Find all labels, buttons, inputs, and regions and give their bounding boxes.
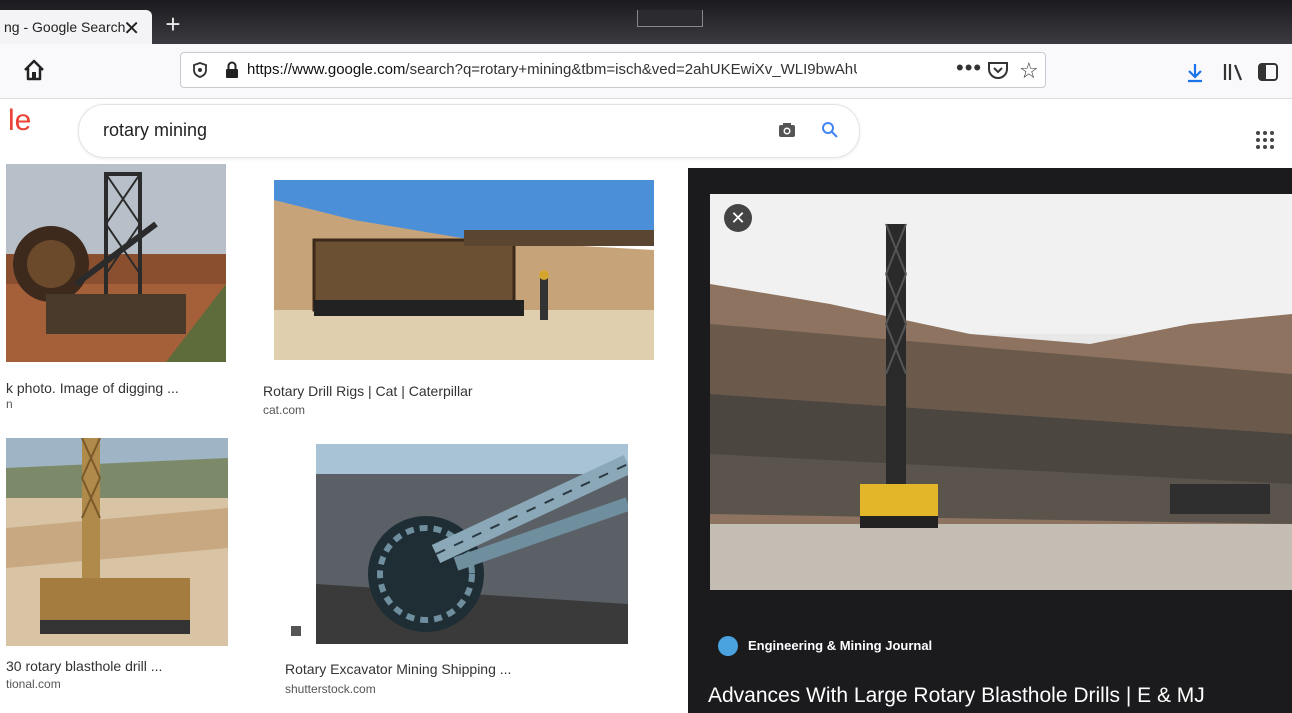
result-image-3[interactable]: [6, 438, 228, 646]
image-badge-icon: [291, 626, 301, 636]
preview-title[interactable]: Advances With Large Rotary Blasthole Dri…: [708, 684, 1205, 708]
tab-strip-indicator: [637, 10, 703, 27]
result-image-4[interactable]: [316, 444, 628, 644]
navigation-bar: https://www.google.com/search?q=rotary+m…: [0, 44, 1292, 99]
shield-icon[interactable]: [191, 61, 209, 84]
globe-icon: [718, 636, 738, 656]
result-caption-2[interactable]: Rotary Drill Rigs | Cat | Caterpillar: [263, 383, 473, 399]
star-icon[interactable]: ☆: [1019, 58, 1039, 84]
library-icon[interactable]: [1222, 61, 1246, 88]
url-text[interactable]: https://www.google.com/search?q=rotary+m…: [247, 61, 857, 78]
google-logo[interactable]: le: [8, 104, 31, 138]
download-icon[interactable]: [1185, 62, 1205, 89]
url-bar[interactable]: https://www.google.com/search?q=rotary+m…: [180, 52, 1046, 88]
sidebar-icon[interactable]: [1257, 62, 1279, 87]
result-source-2[interactable]: cat.com: [263, 403, 305, 417]
result-caption-4[interactable]: Rotary Excavator Mining Shipping ...: [285, 661, 511, 677]
tab-bar: ng - Google Search ✕ +: [0, 0, 1292, 44]
search-input[interactable]: [101, 119, 705, 142]
result-source-1[interactable]: n: [6, 397, 13, 411]
preview-source-name[interactable]: Engineering & Mining Journal: [748, 638, 932, 653]
result-image-2[interactable]: [274, 180, 654, 360]
apps-grid-icon[interactable]: [1255, 130, 1275, 155]
result-image-1[interactable]: [6, 164, 226, 362]
camera-icon[interactable]: [777, 121, 797, 144]
image-preview-panel: ✕ Engineering & Mining Journal Advances …: [688, 168, 1292, 713]
home-icon[interactable]: [20, 56, 48, 84]
new-tab-button[interactable]: +: [160, 10, 186, 40]
search-icon[interactable]: [821, 121, 839, 144]
close-preview-button[interactable]: ✕: [724, 204, 752, 232]
search-box[interactable]: [78, 104, 860, 158]
url-host: https://www.google.com: [247, 61, 406, 78]
lock-icon[interactable]: [223, 60, 241, 85]
page-actions-menu[interactable]: •••: [956, 55, 982, 81]
result-source-4[interactable]: shutterstock.com: [285, 682, 376, 696]
close-icon[interactable]: ✕: [123, 16, 140, 41]
tab-active[interactable]: ng - Google Search ✕: [0, 10, 152, 44]
result-caption-1[interactable]: k photo. Image of digging ...: [6, 380, 179, 396]
preview-image[interactable]: [710, 194, 1292, 590]
result-caption-3[interactable]: 30 rotary blasthole drill ...: [6, 658, 162, 674]
pocket-icon[interactable]: [987, 60, 1009, 85]
result-source-3[interactable]: tional.com: [6, 677, 61, 691]
url-path: /search?q=rotary+mining&tbm=isch&ved=2ah…: [405, 61, 857, 78]
tab-title: ng - Google Search: [4, 19, 126, 35]
